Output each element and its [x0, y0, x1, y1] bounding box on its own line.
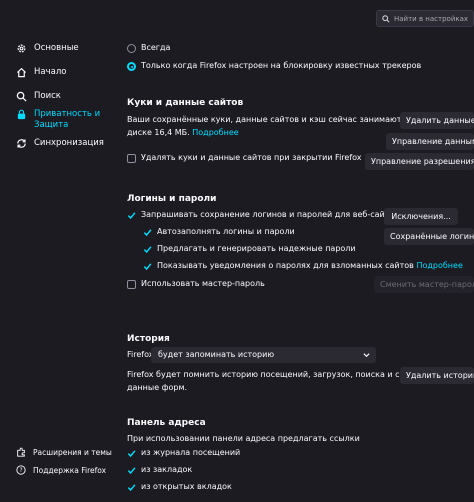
help-icon: ? — [16, 465, 26, 475]
tracking-always-radio[interactable] — [127, 44, 136, 53]
checkmark-icon — [127, 212, 136, 220]
checkmark-icon — [127, 450, 136, 458]
search-icon — [16, 91, 27, 102]
home-icon — [16, 67, 27, 78]
cookies-desc-line2: диске 16,4 МБ. — [127, 128, 190, 137]
suggest-history-label: из журнала посещений — [141, 448, 241, 457]
master-password-checkbox[interactable] — [127, 280, 136, 289]
clear-data-button[interactable]: Удалить данные... — [400, 112, 474, 129]
checkmark-icon — [127, 484, 136, 492]
sidebar-item-label: Синхронизация — [34, 138, 104, 148]
sidebar-item-label: Защита — [34, 120, 69, 130]
history-heading: История — [127, 334, 170, 344]
sidebar-item-support[interactable]: ? Поддержка Firefox — [16, 465, 106, 476]
checkmark-icon — [143, 263, 152, 271]
master-password-label: Использовать мастер-пароль — [141, 279, 265, 288]
sidebar-item-label: Приватность и — [34, 109, 101, 119]
settings-search[interactable] — [376, 10, 474, 27]
suggest-bookmarks-label: из закладок — [141, 465, 193, 474]
breach-alerts-checkbox[interactable] — [143, 262, 152, 271]
saved-logins-button[interactable]: Сохранённые логины... — [384, 228, 474, 245]
ask-save-checkbox[interactable] — [127, 211, 136, 220]
cookies-desc-line1: Ваши сохранённые куки, данные сайтов и к… — [127, 115, 415, 124]
history-desc-line2: данные форм. — [127, 383, 188, 392]
login-exceptions-button[interactable]: Исключения... — [384, 208, 458, 225]
clear-history-button[interactable]: Удалить историю... — [400, 367, 474, 384]
puzzle-icon — [16, 447, 26, 457]
suggest-passwords-checkbox[interactable] — [143, 245, 152, 254]
sidebar-item-label: Поиск — [34, 91, 61, 101]
addressbar-heading: Панель адреса — [127, 418, 206, 428]
checkmark-icon — [143, 246, 152, 254]
suggest-open-tabs-checkbox[interactable] — [127, 483, 136, 492]
delete-on-close-checkbox[interactable] — [127, 154, 136, 163]
sidebar-item-label: Расширения и темы — [33, 448, 112, 457]
checkmark-icon — [127, 467, 136, 475]
sidebar-item-search[interactable]: Поиск — [16, 91, 61, 102]
chevron-down-icon — [363, 347, 370, 363]
svg-text:?: ? — [19, 468, 22, 474]
sidebar-item-sync[interactable]: Синхронизация — [16, 138, 104, 149]
history-mode-select[interactable]: будет запоминать историю — [151, 347, 376, 363]
search-input[interactable] — [394, 14, 474, 23]
history-firefox-label: Firefox — [127, 350, 154, 359]
manage-data-button[interactable]: Управление данными... — [386, 133, 474, 150]
sidebar-item-general[interactable]: Основные — [16, 43, 79, 54]
tracking-only-known-radio[interactable] — [127, 62, 136, 71]
sidebar-item-privacy[interactable]: Приватность и Защита — [16, 109, 100, 131]
sidebar-item-addons[interactable]: Расширения и темы — [16, 447, 112, 458]
cookies-learn-more-link[interactable]: Подробнее — [192, 128, 238, 137]
sidebar-item-label: Основные — [34, 43, 79, 53]
delete-on-close-label: Удалять куки и данные сайтов при закрыти… — [141, 153, 362, 162]
tracking-always-label: Всегда — [141, 43, 171, 52]
search-icon — [382, 14, 390, 23]
sync-icon — [16, 138, 27, 149]
lock-icon — [16, 109, 27, 120]
manage-permissions-button[interactable]: Управление разрешениями... — [365, 153, 474, 170]
autofill-checkbox[interactable] — [143, 228, 152, 237]
suggest-open-tabs-label: из открытых вкладок — [141, 482, 232, 491]
cookies-heading: Куки и данные сайтов — [127, 98, 244, 108]
change-master-password-button[interactable]: Сменить мастер-пароль... — [374, 276, 474, 293]
suggest-history-checkbox[interactable] — [127, 449, 136, 458]
history-desc-line1: Firefox будет помнить историю посещений,… — [127, 370, 439, 379]
breach-alerts-label: Показывать уведомления о паролях для взл… — [157, 261, 414, 270]
addressbar-desc: При использовании панели адреса предлага… — [127, 434, 360, 443]
history-mode-value: будет запоминать историю — [158, 350, 275, 359]
tracking-only-known-label: Только когда Firefox настроен на блокиро… — [141, 61, 422, 70]
ask-save-label: Запрашивать сохранение логинов и паролей… — [141, 210, 399, 219]
suggest-passwords-label: Предлагать и генерировать надежные парол… — [157, 244, 356, 253]
sidebar-item-home[interactable]: Начало — [16, 67, 66, 78]
autofill-label: Автозаполнять логины и пароли — [157, 227, 295, 236]
breach-learn-more-link[interactable]: Подробнее — [416, 261, 462, 270]
sidebar-item-label: Поддержка Firefox — [33, 466, 107, 475]
sidebar-item-label: Начало — [34, 67, 67, 77]
checkmark-icon — [143, 229, 152, 237]
gear-icon — [16, 43, 27, 54]
logins-heading: Логины и пароли — [127, 194, 217, 204]
suggest-bookmarks-checkbox[interactable] — [127, 466, 136, 475]
